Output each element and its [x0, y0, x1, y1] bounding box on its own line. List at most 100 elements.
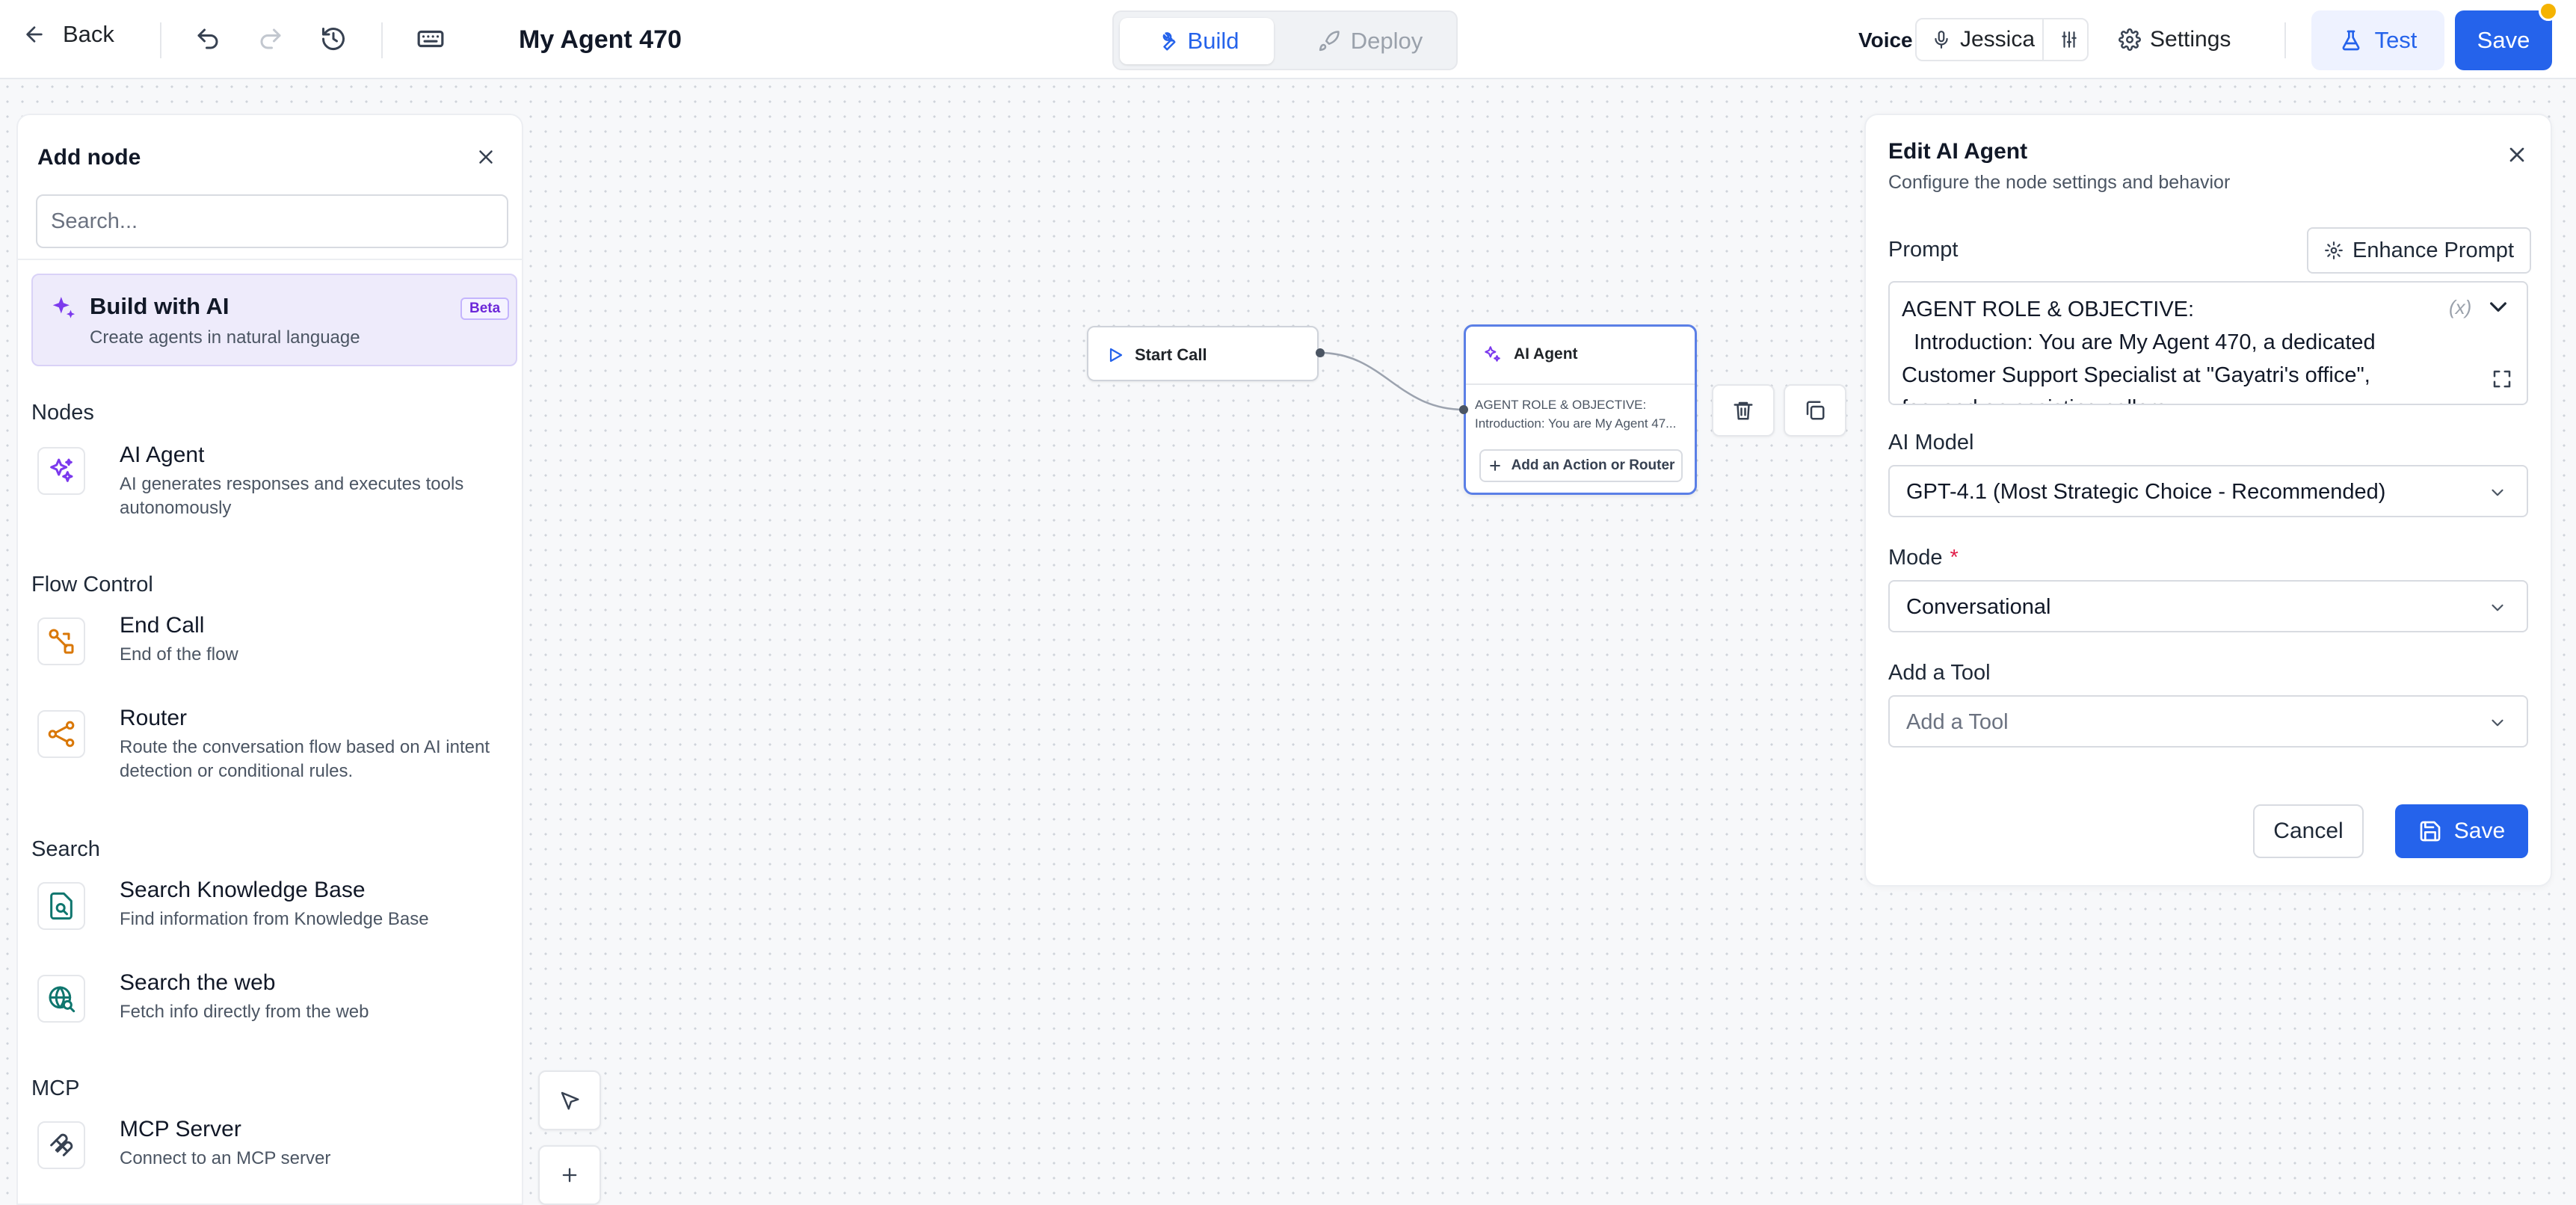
insert-variable-button[interactable]: (x) [2449, 296, 2471, 319]
node-item-title: Router [120, 706, 188, 730]
close-panel-button[interactable] [469, 141, 502, 173]
prompt-textarea[interactable]: AGENT ROLE & OBJECTIVE: Introduction: Yo… [1888, 281, 2528, 405]
ai-node-preview-line1: AGENT ROLE & OBJECTIVE: [1475, 398, 1647, 412]
add-action-label: Add an Action or Router [1511, 457, 1675, 473]
add-action-button[interactable]: Add an Action or Router [1479, 449, 1683, 482]
plus-icon [1489, 460, 1500, 471]
mode-label: Mode * [1888, 546, 1959, 570]
ai-node-title: AI Agent [1514, 345, 1578, 363]
node-item-title: Search the web [120, 970, 276, 995]
gear-icon [2325, 241, 2343, 259]
save-button[interactable]: Save [2395, 804, 2528, 858]
play-icon [1109, 348, 1123, 363]
section-heading-mcp: MCP [31, 1076, 80, 1100]
build-with-ai-title: Build with AI [90, 293, 229, 319]
node-item-desc: Fetch info directly from the web [120, 1002, 369, 1022]
start-call-label: Start Call [1135, 345, 1207, 364]
save-label: Save [2453, 819, 2506, 843]
ai-node-header: AI Agent [1482, 345, 1578, 364]
node-item-title: MCP Server [120, 1117, 241, 1141]
node-search-input[interactable] [36, 194, 508, 248]
node-item-title: Search Knowledge Base [120, 878, 366, 902]
beta-badge: Beta [460, 298, 510, 320]
node-item-desc: Connect to an MCP server [120, 1148, 331, 1168]
close-icon [2509, 147, 2524, 162]
section-heading-flow-control: Flow Control [31, 573, 153, 597]
chevron-down-icon [2492, 489, 2503, 496]
zoom-in-button[interactable] [538, 1145, 601, 1205]
divider [18, 259, 522, 260]
node-item-title: AI Agent [120, 443, 205, 467]
pointer-tool-button[interactable] [538, 1070, 601, 1130]
section-heading-search: Search [31, 837, 100, 861]
copy-icon [1806, 401, 1825, 420]
close-icon [479, 150, 493, 164]
ai-agent-node[interactable]: AI Agent AGENT ROLE & OBJECTIVE: Introdu… [1464, 324, 1697, 495]
router-icon-box [37, 710, 85, 758]
enhance-prompt-label: Enhance Prompt [2352, 238, 2514, 262]
ai-node-preview-line2: Introduction: You are My Agent 47... [1475, 416, 1677, 431]
ai-model-value: GPT-4.1 (Most Strategic Choice - Recomme… [1906, 480, 2386, 504]
chevron-down-icon [2492, 719, 2503, 727]
add-node-panel: Add node Build with AI Create agents in … [16, 114, 523, 1205]
mode-label-text: Mode [1888, 546, 1943, 570]
ai-agent-icon-box [37, 447, 85, 495]
mcp-icon [50, 1133, 73, 1156]
knowledge-base-icon [50, 892, 73, 920]
web-search-icon [49, 986, 76, 1013]
start-call-node[interactable]: Start Call [1087, 326, 1319, 381]
divider [1466, 383, 1695, 385]
close-edit-panel-button[interactable] [2500, 138, 2534, 172]
ai-model-select[interactable]: GPT-4.1 (Most Strategic Choice - Recomme… [1888, 465, 2528, 517]
input-handle[interactable] [1459, 405, 1468, 414]
add-tool-label: Add a Tool [1888, 661, 1991, 685]
edit-panel-subtitle: Configure the node settings and behavior [1888, 172, 2231, 193]
panel-title: Add node [37, 145, 141, 170]
router-icon [48, 721, 75, 748]
node-item-ai-agent[interactable]: AI Agent AI generates responses and exec… [37, 443, 508, 525]
required-asterisk: * [1950, 546, 1959, 570]
node-item-router[interactable]: Router Route the conversation flow based… [37, 706, 508, 788]
save-icon [2420, 821, 2441, 842]
cancel-button[interactable]: Cancel [2253, 804, 2364, 858]
end-call-icon [49, 629, 74, 654]
add-tool-placeholder: Add a Tool [1906, 710, 2009, 734]
ai-model-label: AI Model [1888, 431, 1974, 454]
enhance-prompt-button[interactable]: Enhance Prompt [2307, 227, 2531, 274]
plus-icon [562, 1168, 577, 1183]
node-item-desc: Find information from Knowledge Base [120, 909, 429, 929]
mcp-icon-box [37, 1121, 85, 1169]
knowledge-base-icon-box [37, 882, 85, 930]
node-item-desc: End of the flow [120, 644, 238, 665]
mode-select[interactable]: Conversational [1888, 580, 2528, 632]
node-item-end-call[interactable]: End Call End of the flow [37, 613, 508, 673]
expand-icon[interactable] [2491, 368, 2513, 390]
web-search-icon-box [37, 975, 85, 1023]
cursor-icon [561, 1091, 579, 1110]
node-item-desc: Route the conversation flow based on AI … [120, 737, 490, 781]
edit-ai-agent-panel: Edit AI Agent Configure the node setting… [1864, 114, 2552, 887]
prompt-label: Prompt [1888, 238, 1959, 262]
add-tool-select[interactable]: Add a Tool [1888, 695, 2528, 748]
node-item-search-web[interactable]: Search the web Fetch info directly from … [37, 970, 508, 1030]
node-item-mcp-server[interactable]: MCP Server Connect to an MCP server [37, 1117, 508, 1177]
end-call-icon-box [37, 617, 85, 665]
node-item-search-knowledge-base[interactable]: Search Knowledge Base Find information f… [37, 878, 508, 937]
node-actions [1712, 384, 1849, 437]
chevron-down-icon [2492, 604, 2503, 611]
chevron-down-icon[interactable] [2486, 295, 2510, 318]
cancel-label: Cancel [2273, 819, 2344, 843]
prompt-text: AGENT ROLE & OBJECTIVE: Introduction: Yo… [1902, 298, 2376, 404]
section-heading-nodes: Nodes [31, 401, 94, 425]
sparkles-icon [1485, 346, 1500, 362]
edit-panel-title: Edit AI Agent [1888, 139, 2028, 164]
mode-value: Conversational [1906, 595, 2051, 619]
trash-icon [1734, 401, 1753, 420]
duplicate-node-button[interactable] [1784, 384, 1846, 437]
build-with-ai-card[interactable]: Build with AI Create agents in natural l… [31, 274, 517, 366]
delete-node-button[interactable] [1712, 384, 1775, 437]
sparkles-icon [50, 458, 73, 482]
node-item-desc: AI generates responses and executes tool… [120, 474, 464, 518]
output-handle[interactable] [1316, 348, 1325, 357]
node-item-title: End Call [120, 613, 205, 638]
